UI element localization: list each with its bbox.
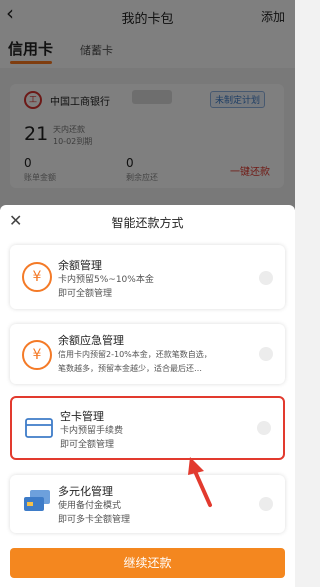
continue-repayment-button[interactable]: 继续还款: [10, 548, 285, 578]
option-desc-line1: 使用备付金模式: [58, 501, 122, 511]
option-desc-line1: 卡内预留5%~10%本金: [58, 275, 154, 285]
option-radio[interactable]: [257, 421, 271, 435]
option-balance-management[interactable]: ¥ 余额管理 卡内预留5%~10%本金 即可全额管理: [10, 245, 285, 309]
option-desc-line1: 卡内预留手续费: [60, 426, 124, 436]
multi-card-icon: [24, 490, 50, 511]
option-desc-line2: 即可多卡全额管理: [58, 515, 131, 525]
option-empty-card-management[interactable]: 空卡管理 卡内预留手续费 即可全额管理: [10, 396, 285, 460]
card-icon: [25, 418, 53, 438]
option-desc-line2: 即可全额管理: [60, 440, 115, 450]
option-title: 余额管理: [58, 259, 102, 272]
option-title: 多元化管理: [58, 485, 113, 498]
option-desc-line2: 即可全额管理: [58, 289, 113, 299]
option-diversified-management[interactable]: 多元化管理 使用备付金模式 即可多卡全额管理: [10, 475, 285, 533]
option-radio[interactable]: [259, 347, 273, 361]
option-desc-line1: 信用卡内预留2-10%本金，还款笔数自选，: [58, 350, 212, 359]
option-radio[interactable]: [259, 497, 273, 511]
annotation-arrow-icon: [188, 457, 212, 507]
yen-icon: ¥: [22, 262, 52, 292]
option-title: 余额应急管理: [58, 334, 124, 347]
modal-backdrop[interactable]: [0, 0, 295, 210]
option-title: 空卡管理: [60, 410, 104, 423]
option-desc-line2: 笔数越多，预留本金越少，适合最后还…: [58, 364, 202, 373]
yen-icon: ¥: [22, 340, 52, 370]
option-radio[interactable]: [259, 271, 273, 285]
option-emergency-balance-management[interactable]: ¥ 余额应急管理 信用卡内预留2-10%本金，还款笔数自选， 笔数越多，预留本金…: [10, 324, 285, 384]
sheet-title: 智能还款方式: [111, 216, 184, 230]
